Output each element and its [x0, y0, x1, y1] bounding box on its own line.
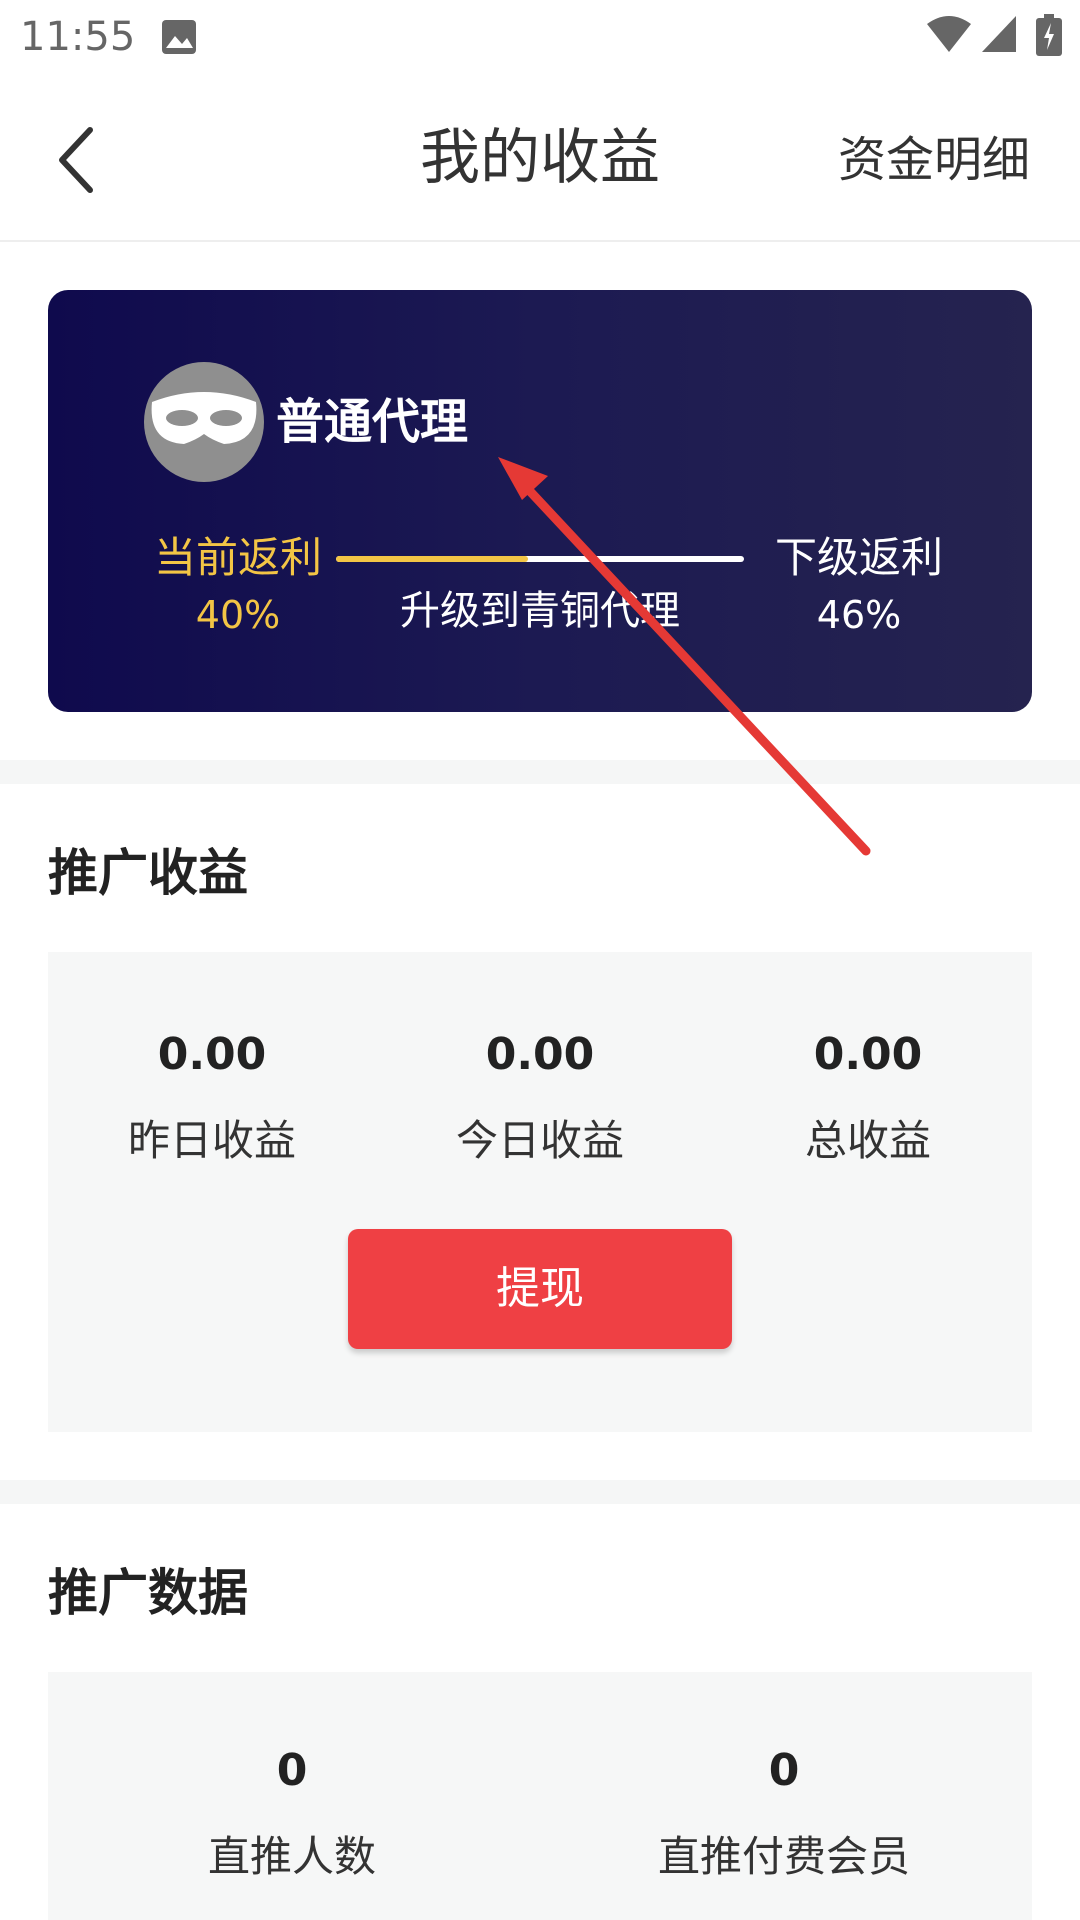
yesterday-earnings-label: 昨日收益 — [127, 1116, 296, 1165]
fund-details-link[interactable]: 资金明细 — [838, 126, 1030, 194]
next-rebate-value: 46% — [816, 593, 902, 637]
next-rebate-label: 下级返利 — [774, 533, 943, 582]
agent-level-name: 普通代理 — [276, 394, 469, 450]
agent-level-card[interactable]: 普通代理 当前返利 40% 升级到青铜代理 下级返利 46% — [48, 290, 1032, 712]
promo-data-panel: 0 直推人数 0 直推付费会员 — [48, 1672, 1032, 1920]
today-earnings-value: 0.00 — [485, 1029, 595, 1080]
upgrade-text: 升级到青铜代理 — [400, 588, 680, 634]
battery-icon — [1036, 14, 1062, 56]
yesterday-earnings-value: 0.00 — [157, 1029, 267, 1080]
withdraw-button[interactable]: 提现 — [348, 1229, 732, 1349]
upgrade-progress-fill — [336, 556, 528, 562]
wifi-icon — [927, 16, 971, 52]
header-divider — [0, 240, 1080, 242]
direct-referrals-label: 直推人数 — [207, 1832, 376, 1881]
upgrade-progress-bar — [336, 556, 744, 562]
mask-avatar-icon — [144, 362, 264, 482]
promo-earnings-title: 推广收益 — [48, 844, 248, 902]
total-earnings-label: 总收益 — [804, 1116, 931, 1165]
signal-icon — [982, 16, 1016, 52]
current-rebate-value: 40% — [195, 593, 281, 637]
promo-data-title: 推广数据 — [48, 1564, 248, 1622]
status-time: 11:55 — [20, 14, 136, 60]
section-gap — [0, 760, 1080, 784]
current-rebate-label: 当前返利 — [153, 533, 322, 582]
direct-referrals-value: 0 — [276, 1745, 308, 1796]
paid-members-label: 直推付费会员 — [657, 1832, 910, 1881]
section-gap — [0, 1480, 1080, 1504]
today-earnings-label: 今日收益 — [455, 1116, 624, 1165]
promo-earnings-panel: 0.00 昨日收益 0.00 今日收益 0.00 总收益 — [48, 952, 1032, 1432]
total-earnings-value: 0.00 — [813, 1029, 923, 1080]
paid-members-value: 0 — [768, 1745, 800, 1796]
image-notification-icon — [162, 20, 196, 54]
